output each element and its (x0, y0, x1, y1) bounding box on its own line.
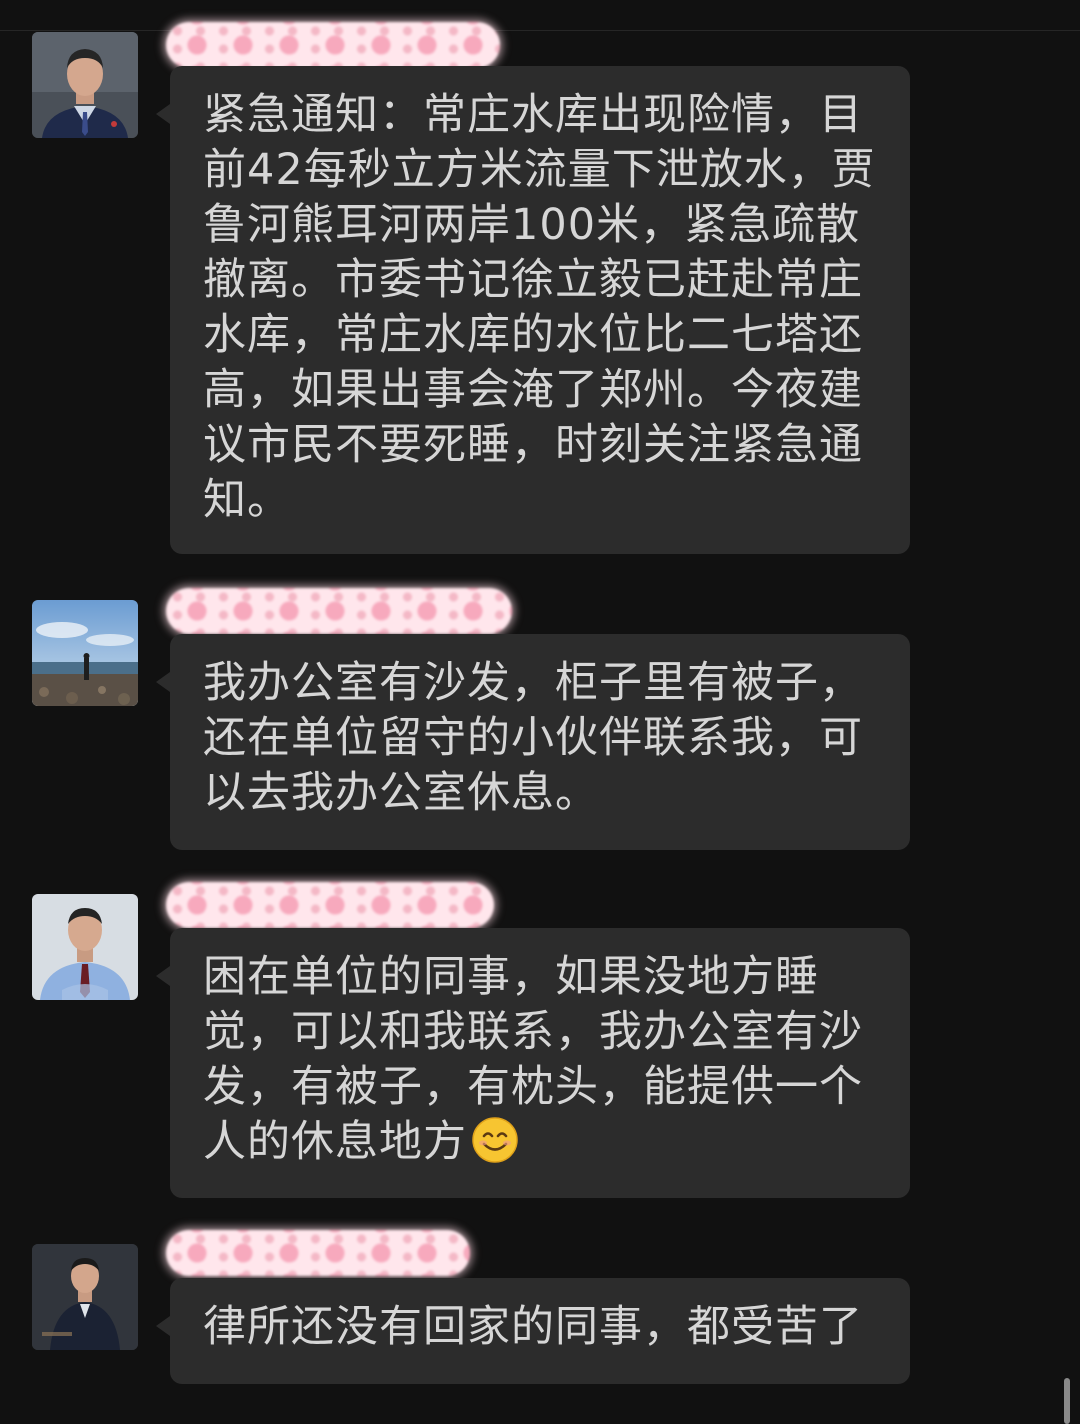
message-text: 紧急通知：常庄水库出现险情，目前42每秒立方米流量下泄放水，贾鲁河熊耳河两岸10… (203, 90, 876, 525)
top-divider (0, 30, 1080, 31)
message-text: 困在单位的同事，如果没地方睡觉，可以和我联系，我办公室有沙发，有被子，有枕头，能… (203, 952, 863, 1167)
message-bubble[interactable]: 困在单位的同事，如果没地方睡觉，可以和我联系，我办公室有沙发，有被子，有枕头，能… (156, 928, 910, 1198)
smiling-face-emoji-icon (472, 1117, 518, 1163)
avatar-man-seated-image (32, 1244, 138, 1350)
avatar[interactable] (32, 32, 138, 138)
avatar[interactable] (32, 894, 138, 1000)
message-bubble[interactable]: 紧急通知：常庄水库出现险情，目前42每秒立方米流量下泄放水，贾鲁河熊耳河两岸10… (156, 66, 910, 554)
message-bubble[interactable]: 律所还没有回家的同事，都受苦了 (156, 1278, 910, 1384)
avatar[interactable] (32, 600, 138, 706)
sender-name-redacted (166, 1230, 470, 1276)
sender-name-redacted (166, 882, 494, 928)
sender-name-redacted (166, 588, 512, 634)
message-text: 我办公室有沙发，柜子里有被子，还在单位留守的小伙伴联系我，可以去我办公室休息。 (203, 658, 863, 818)
avatar[interactable] (32, 1244, 138, 1350)
scrollbar[interactable] (1064, 1378, 1070, 1424)
message-bubble[interactable]: 我办公室有沙发，柜子里有被子，还在单位留守的小伙伴联系我，可以去我办公室休息。 (156, 634, 910, 850)
message-text: 律所还没有回家的同事，都受苦了 (203, 1302, 863, 1352)
avatar-man-shirt-tie-image (32, 894, 138, 1000)
avatar-seaside-landscape-image (32, 600, 138, 706)
avatar-man-suit-image (32, 32, 138, 138)
sender-name-redacted (166, 22, 500, 68)
